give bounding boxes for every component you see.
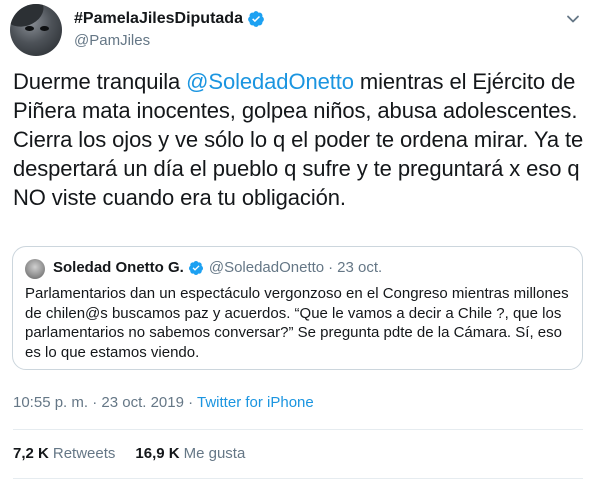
- quoted-date: 23 oct.: [337, 259, 383, 276]
- meta-separator: ·: [183, 394, 198, 411]
- quoted-author-name: Soledad Onetto G.: [53, 259, 184, 276]
- quoted-tweet-card[interactable]: Soledad Onetto G. @SoledadOnetto · 23 oc…: [12, 246, 583, 370]
- author-handle[interactable]: @PamJiles: [74, 32, 150, 49]
- chevron-down-icon[interactable]: [566, 12, 580, 26]
- mention-link[interactable]: @SoledadOnetto: [186, 69, 354, 94]
- quoted-author-handle: @SoledadOnetto: [208, 259, 325, 276]
- divider-bottom: [13, 478, 583, 479]
- tweet-text-before: Duerme tranquila: [13, 69, 187, 94]
- retweets-label: Retweets: [52, 445, 116, 462]
- verified-badge-icon: [248, 11, 264, 27]
- author-avatar[interactable]: [10, 4, 62, 56]
- tweet-source-link[interactable]: Twitter for iPhone: [197, 394, 314, 411]
- author-name-row[interactable]: #PamelaJilesDiputada: [74, 10, 265, 28]
- quoted-tweet-text: Parlamentarios dan un espectáculo vergon…: [25, 285, 569, 361]
- avatar-eye-left: [25, 26, 34, 31]
- quoted-tweet-header: Soledad Onetto G. @SoledadOnetto · 23 oc…: [53, 259, 382, 276]
- divider: [13, 429, 583, 430]
- quoted-separator: ·: [328, 259, 334, 276]
- tweet-stats: 7,2 K Retweets 16,9 K Me gusta: [13, 445, 245, 462]
- avatar-eye-right: [40, 26, 49, 31]
- likes-label: Me gusta: [183, 445, 246, 462]
- tweet-timestamp[interactable]: 10:55 p. m. · 23 oct. 2019: [13, 394, 184, 411]
- likes-stat[interactable]: 16,9 K Me gusta: [135, 445, 245, 462]
- author-display-name[interactable]: #PamelaJilesDiputada: [74, 10, 243, 28]
- retweets-stat[interactable]: 7,2 K Retweets: [13, 445, 115, 462]
- quoted-author-avatar: [25, 259, 45, 279]
- retweets-count: 7,2 K: [13, 445, 49, 462]
- likes-count: 16,9 K: [135, 445, 180, 462]
- tweet-text: Duerme tranquila @SoledadOnetto mientras…: [13, 67, 588, 212]
- tweet-meta: 10:55 p. m. · 23 oct. 2019 · Twitter for…: [13, 394, 314, 411]
- verified-badge-icon: [188, 260, 203, 275]
